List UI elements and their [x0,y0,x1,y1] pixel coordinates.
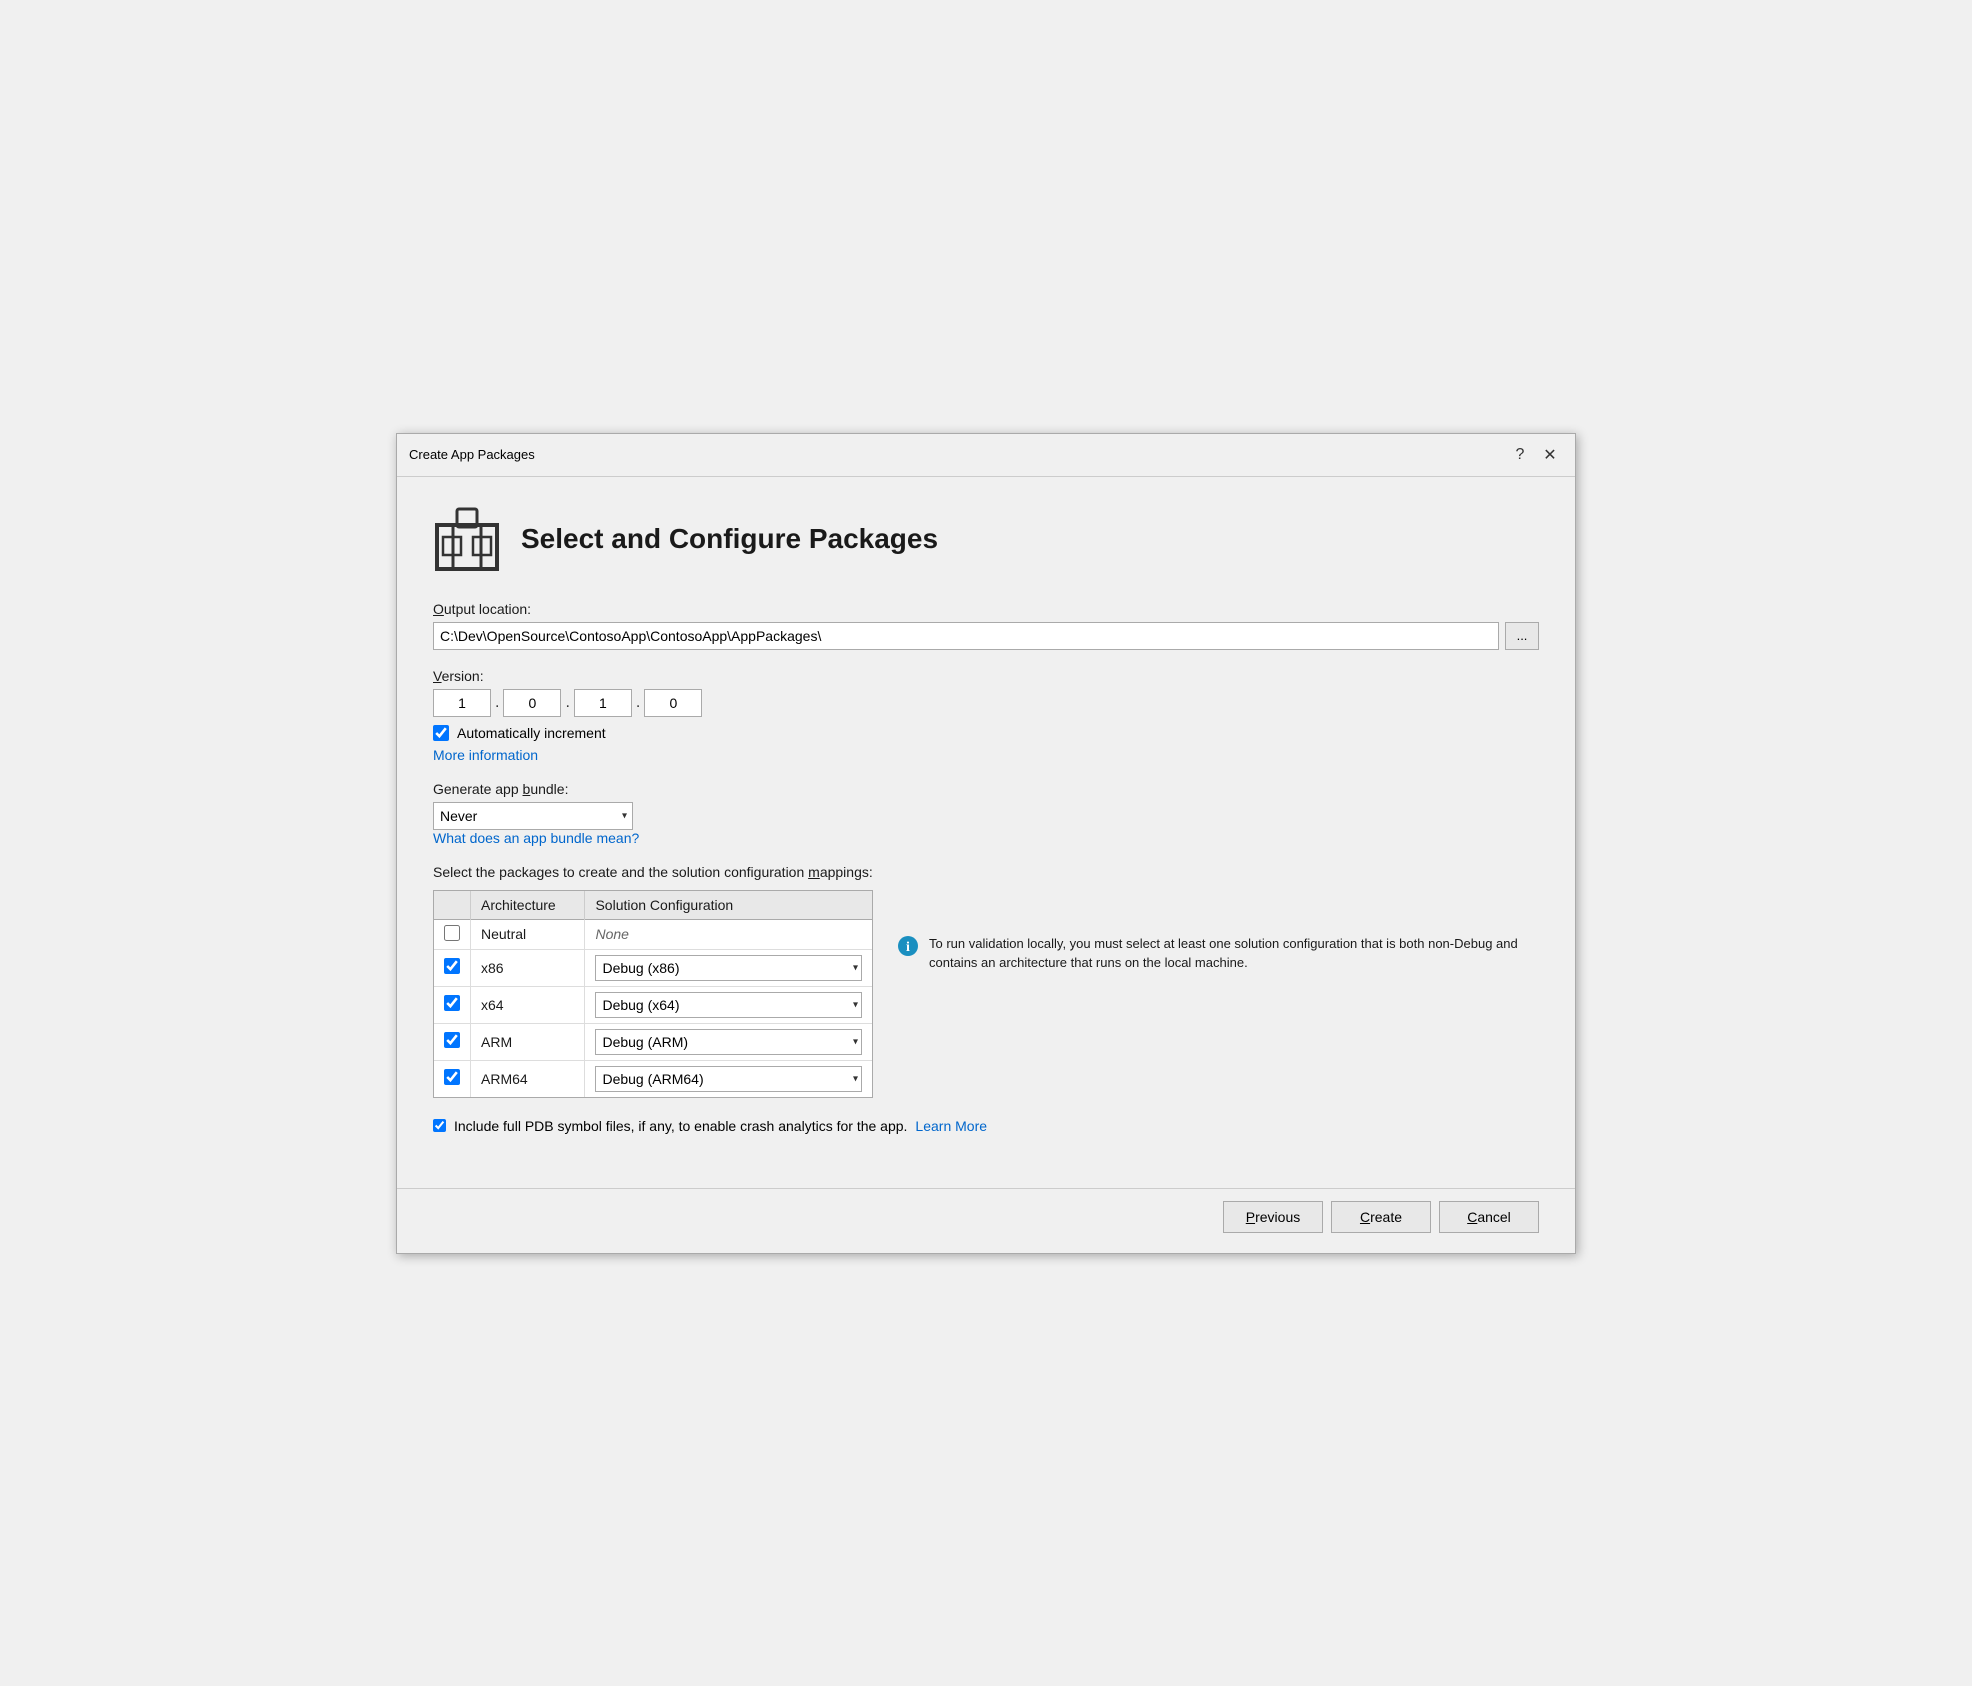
footer: Previous Create Cancel [397,1188,1575,1253]
version-row: . . . [433,689,1539,717]
col-architecture: Architecture [471,891,585,920]
info-text: To run validation locally, you must sele… [929,934,1539,973]
what-is-bundle-link[interactable]: What does an app bundle mean? [433,830,639,846]
x64-config-wrapper: Debug (x64) Release (x64) ▾ [595,992,862,1018]
info-icon: i [897,935,919,957]
row-checkbox-cell [434,1060,471,1097]
neutral-config: None [585,919,872,949]
title-bar: Create App Packages ? ✕ [397,434,1575,477]
x64-config: Debug (x64) Release (x64) ▾ [585,986,872,1023]
arm-config-wrapper: Debug (ARM) Release (ARM) ▾ [595,1029,862,1055]
x86-checkbox[interactable] [444,958,460,974]
arm64-config: Debug (ARM64) Release (ARM64) ▾ [585,1060,872,1097]
bundle-section: Generate app bundle: Never Always If nee… [433,781,1539,846]
output-location-label: Output location: [433,601,1539,617]
browse-button[interactable]: ... [1505,622,1539,650]
table-row: x64 Debug (x64) Release (x64) ▾ [434,986,872,1023]
page-title: Select and Configure Packages [521,523,938,555]
table-row: ARM Debug (ARM) Release (ARM) ▾ [434,1023,872,1060]
version-revision[interactable] [644,689,702,717]
arm-config: Debug (ARM) Release (ARM) ▾ [585,1023,872,1060]
pdb-checkbox[interactable] [433,1119,446,1132]
pdb-label: Include full PDB symbol files, if any, t… [454,1118,907,1134]
arm64-config-wrapper: Debug (ARM64) Release (ARM64) ▾ [595,1066,862,1092]
bundle-select[interactable]: Never Always If needed [433,802,633,830]
arm-arch: ARM [471,1023,585,1060]
output-path-input[interactable] [433,622,1499,650]
packages-table-wrapper: Architecture Solution Configuration Neut… [433,890,873,1098]
output-location-section: Output location: ... [433,601,1539,650]
version-minor[interactable] [503,689,561,717]
x86-config-select[interactable]: Debug (x86) Release (x86) [595,955,862,981]
arm-config-select[interactable]: Debug (ARM) Release (ARM) [595,1029,862,1055]
more-info-link[interactable]: More information [433,747,538,763]
close-button[interactable]: ✕ [1537,442,1563,468]
version-build[interactable] [574,689,632,717]
x86-arch: x86 [471,949,585,986]
row-checkbox-cell [434,1023,471,1060]
table-row: ARM64 Debug (ARM64) Release (ARM64) ▾ [434,1060,872,1097]
package-icon [433,505,501,573]
row-checkbox-cell [434,919,471,949]
x64-config-select[interactable]: Debug (x64) Release (x64) [595,992,862,1018]
row-checkbox-cell [434,949,471,986]
arm-checkbox[interactable] [444,1032,460,1048]
help-button[interactable]: ? [1507,442,1533,468]
title-bar-controls: ? ✕ [1507,442,1563,468]
header-section: Select and Configure Packages [433,505,1539,573]
table-row: Neutral None [434,919,872,949]
output-location-row: ... [433,622,1539,650]
previous-button[interactable]: Previous [1223,1201,1323,1233]
version-section: Version: . . . Automatically increment M… [433,668,1539,763]
arm64-config-select[interactable]: Debug (ARM64) Release (ARM64) [595,1066,862,1092]
title-bar-left: Create App Packages [409,447,535,462]
col-solution-config: Solution Configuration [585,891,872,920]
col-checkbox [434,891,471,920]
learn-more-link[interactable]: Learn More [915,1118,987,1134]
neutral-arch: Neutral [471,919,585,949]
create-app-packages-dialog: Create App Packages ? ✕ Select and Confi… [396,433,1576,1254]
bundle-label: Generate app bundle: [433,781,1539,797]
x64-arch: x64 [471,986,585,1023]
auto-increment-row: Automatically increment [433,725,1539,741]
arm64-arch: ARM64 [471,1060,585,1097]
packages-section: Architecture Solution Configuration Neut… [433,890,1539,1098]
x86-config: Debug (x86) Release (x86) ▾ [585,949,872,986]
packages-table: Architecture Solution Configuration Neut… [434,891,872,1097]
version-major[interactable] [433,689,491,717]
arm64-checkbox[interactable] [444,1069,460,1085]
cancel-button[interactable]: Cancel [1439,1201,1539,1233]
packages-label: Select the packages to create and the so… [433,864,1539,880]
version-label: Version: [433,668,1539,684]
table-row: x86 Debug (x86) Release (x86) ▾ [434,949,872,986]
row-checkbox-cell [434,986,471,1023]
svg-text:i: i [906,940,910,955]
x64-checkbox[interactable] [444,995,460,1011]
neutral-checkbox[interactable] [444,925,460,941]
bundle-select-wrapper: Never Always If needed ▾ [433,802,633,830]
create-button[interactable]: Create [1331,1201,1431,1233]
auto-increment-label: Automatically increment [457,725,606,741]
auto-increment-checkbox[interactable] [433,725,449,741]
pdb-row: Include full PDB symbol files, if any, t… [433,1118,1539,1134]
info-box: i To run validation locally, you must se… [897,890,1539,1098]
x86-config-wrapper: Debug (x86) Release (x86) ▾ [595,955,862,981]
dialog-title: Create App Packages [409,447,535,462]
dialog-content: Select and Configure Packages Output loc… [397,477,1575,1188]
